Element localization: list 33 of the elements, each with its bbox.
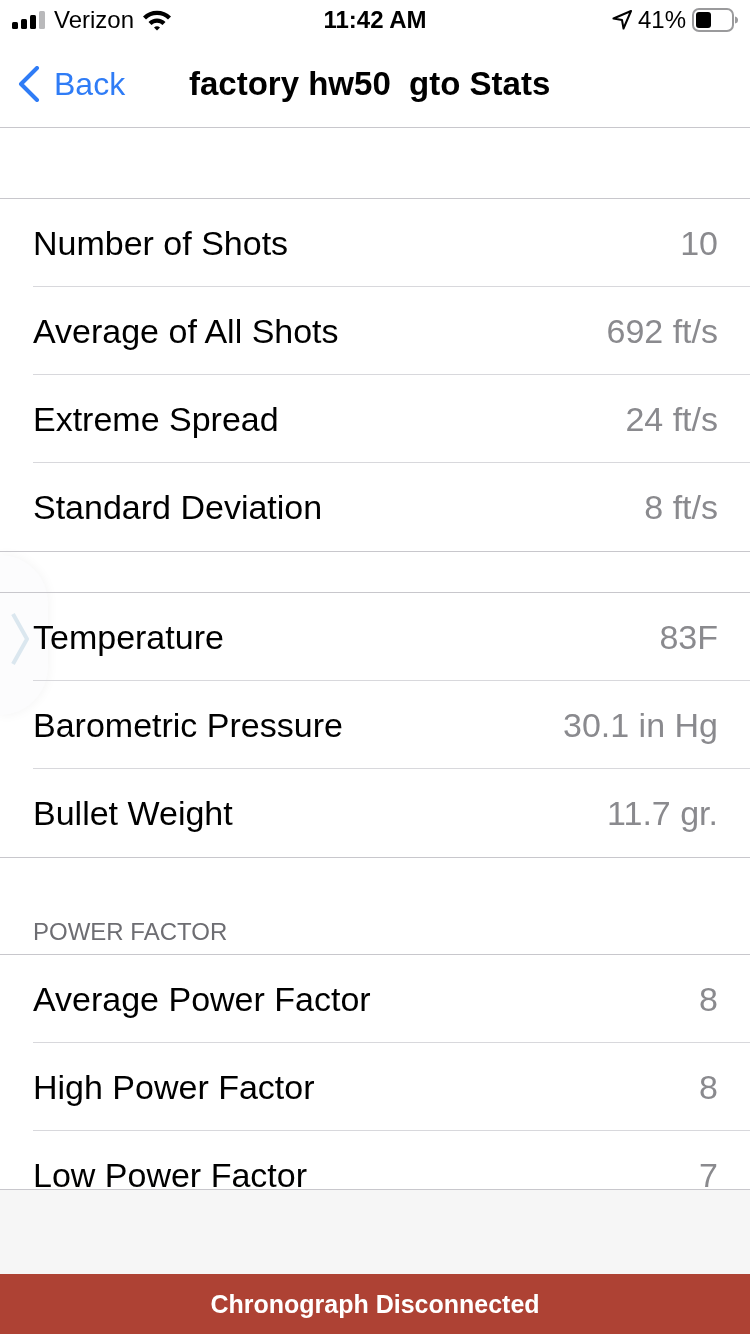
stat-value: 8 xyxy=(699,981,718,1016)
stat-value: 83F xyxy=(659,619,718,654)
status-time: 11:42 AM xyxy=(323,8,427,32)
chevron-right-icon xyxy=(11,612,29,666)
stat-label: Bullet Weight xyxy=(33,796,233,830)
screen-title: factory hw50 gto Stats xyxy=(189,67,551,100)
battery-icon xyxy=(692,8,738,32)
stat-label: Average Power Factor xyxy=(33,981,371,1016)
stat-label: Barometric Pressure xyxy=(33,707,343,742)
section-header: POWER FACTOR xyxy=(33,920,228,944)
location-arrow-icon xyxy=(611,10,632,30)
stat-value: 30.1 in Hg xyxy=(563,707,718,742)
back-button[interactable]: Back xyxy=(0,40,134,127)
banner-text: Chronograph Disconnected xyxy=(210,1291,540,1317)
stat-label: Temperature xyxy=(33,619,224,654)
stat-label: Average of All Shots xyxy=(33,313,339,348)
back-chevron-icon xyxy=(18,65,40,102)
stat-value: 7 xyxy=(699,1158,718,1192)
stat-label: Extreme Spread xyxy=(33,401,279,436)
wifi-icon xyxy=(142,9,173,31)
stat-value: 692 ft/s xyxy=(606,313,718,348)
stat-label: Standard Deviation xyxy=(33,490,323,524)
stat-value: 8 xyxy=(699,1069,718,1104)
stat-label: Low Power Factor xyxy=(33,1158,307,1192)
signal-icon xyxy=(12,11,46,29)
stat-value: 24 ft/s xyxy=(625,401,718,436)
battery-percentage: 41% xyxy=(637,8,686,32)
stat-value: 10 xyxy=(680,225,718,260)
stat-value: 8 ft/s xyxy=(644,490,718,524)
stat-value: 11.7 gr. xyxy=(607,796,718,830)
stat-label: Number of Shots xyxy=(33,225,289,260)
carrier-name: Verizon xyxy=(54,8,135,32)
stat-label: High Power Factor xyxy=(33,1069,315,1104)
